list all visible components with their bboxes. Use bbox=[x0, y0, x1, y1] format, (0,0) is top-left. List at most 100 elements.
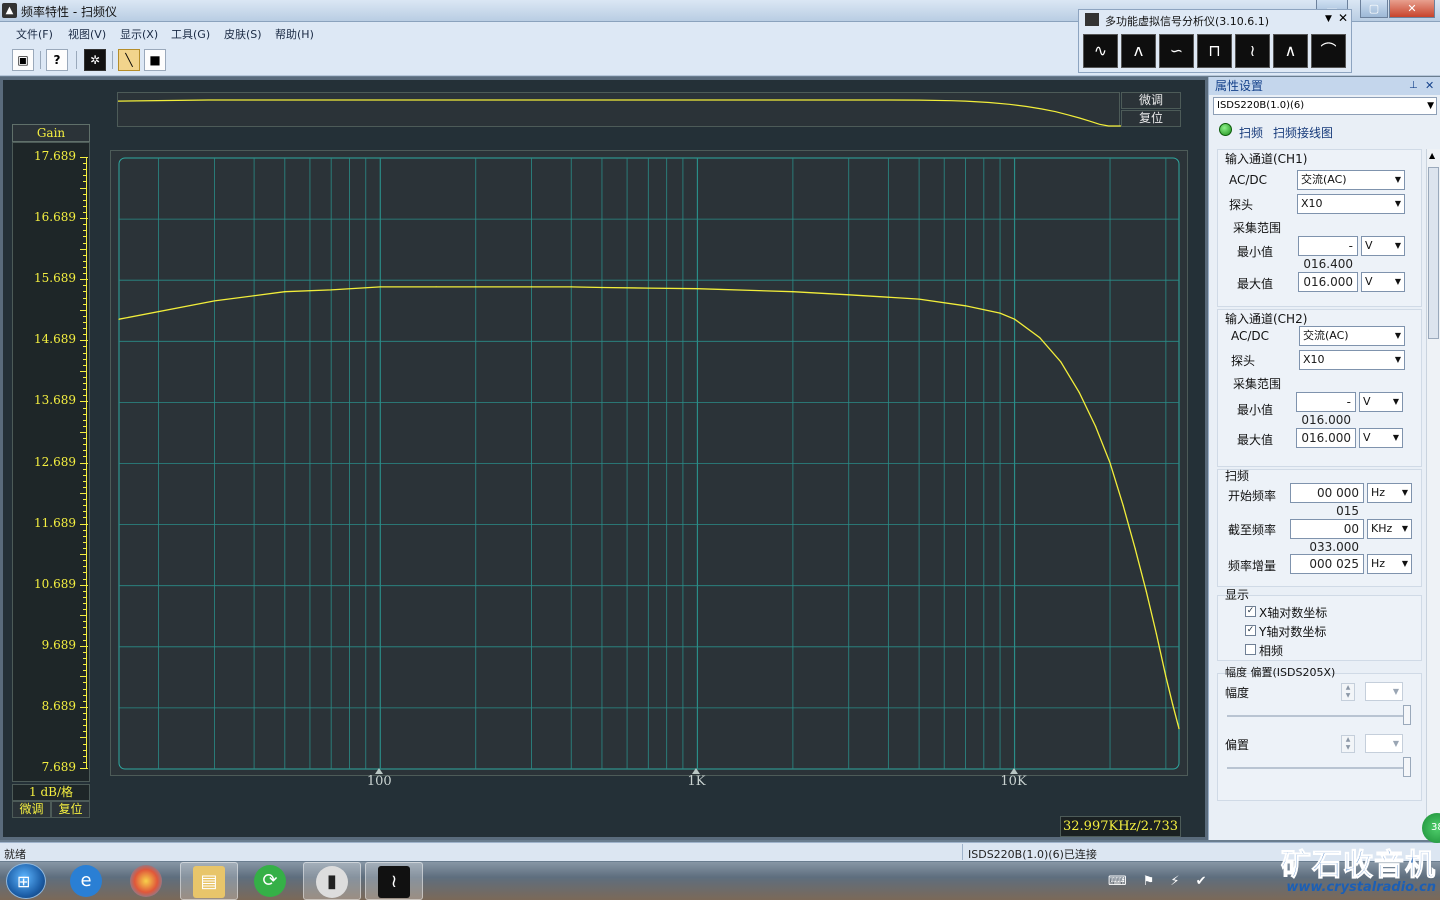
logic-icon[interactable]: ∧ bbox=[1273, 34, 1308, 68]
taskbar-explorer[interactable]: ▤ bbox=[180, 862, 238, 900]
y-minor-tick bbox=[83, 438, 86, 440]
ch1-probe-select[interactable]: X10 ▼ bbox=[1297, 194, 1405, 214]
start-freq-unit: Hz bbox=[1371, 486, 1386, 499]
y-minor-tick bbox=[83, 175, 86, 177]
close-icon[interactable]: ✕ bbox=[1389, 0, 1435, 18]
sweep-status-icon[interactable] bbox=[1219, 123, 1232, 136]
close-icon[interactable]: ✕ bbox=[1338, 11, 1348, 25]
question-icon[interactable]: ? bbox=[46, 49, 68, 71]
y-minor-tick bbox=[83, 651, 86, 653]
menu-help[interactable]: 帮助(H) bbox=[275, 26, 314, 42]
network-icon[interactable]: ⚡ bbox=[1170, 874, 1179, 889]
ch1-max-field[interactable]: 016.000 bbox=[1298, 272, 1358, 292]
freq-step-field[interactable]: 000 025 bbox=[1290, 554, 1364, 574]
y-minor-tick bbox=[83, 407, 86, 409]
sweep-icon[interactable]: ≀ bbox=[1235, 34, 1270, 68]
taskbar-sync[interactable]: ⟳ bbox=[242, 862, 300, 900]
start-freq-unit-select[interactable]: Hz ▼ bbox=[1367, 483, 1412, 503]
maximize-icon[interactable]: ▢ bbox=[1360, 0, 1388, 18]
panel-scrollbar[interactable]: ▲ bbox=[1426, 149, 1440, 837]
device-select[interactable]: ISDS220B(1.0)(6) ▼ bbox=[1213, 97, 1437, 115]
ch2-max-field[interactable]: 016.000 bbox=[1296, 428, 1356, 448]
overview-trace bbox=[117, 99, 1121, 127]
scroll-up-icon[interactable]: ▲ bbox=[1429, 151, 1435, 160]
ch2-probe-select[interactable]: X10 ▼ bbox=[1299, 350, 1405, 370]
chevron-down-icon: ▼ bbox=[1401, 488, 1408, 497]
ch2-max-label: 最大值 bbox=[1237, 433, 1274, 447]
chevron-down-icon: ▼ bbox=[1394, 199, 1401, 208]
phase-checkbox[interactable] bbox=[1245, 644, 1256, 655]
y-tick-mark bbox=[80, 645, 88, 647]
overview-reset-button[interactable]: 复位 bbox=[1121, 110, 1181, 127]
filter-icon[interactable]: ⌒ bbox=[1311, 34, 1346, 68]
offset-select[interactable]: ▼ bbox=[1365, 734, 1403, 753]
system-tray: ⌨ ⚑ ⚡ ✔ bbox=[1108, 874, 1222, 889]
y-minor-tick bbox=[83, 474, 86, 476]
stop-freq-field[interactable]: 00 033.000 bbox=[1290, 519, 1364, 554]
sweep-link[interactable]: 扫频 bbox=[1239, 124, 1263, 141]
stop-icon[interactable]: ■ bbox=[144, 49, 166, 71]
y-minor-tick bbox=[83, 346, 86, 348]
y-minor-tick bbox=[83, 535, 86, 537]
frequency-response-chart[interactable] bbox=[111, 151, 1189, 777]
ch1-min-unit-select[interactable]: V ▼ bbox=[1361, 236, 1405, 256]
taskbar-app1[interactable]: ▮ bbox=[303, 862, 361, 900]
amp-offset-title: 幅度 偏置(ISDS205X) bbox=[1225, 666, 1336, 679]
overview-strip[interactable] bbox=[117, 92, 1121, 127]
close-icon[interactable]: ✕ bbox=[1425, 77, 1434, 95]
ch2-acdc-select[interactable]: 交流(AC) ▼ bbox=[1299, 326, 1405, 346]
y-minor-tick bbox=[83, 578, 86, 580]
start-freq-field[interactable]: 00 000 015 bbox=[1290, 483, 1364, 518]
menu-tools[interactable]: 工具(G) bbox=[171, 26, 210, 42]
taskbar: ⊞ e ▤ ⟳ ▮ ≀ ⌨ ⚑ ⚡ ✔ bbox=[0, 862, 1440, 900]
taskbar-analyzer[interactable]: ≀ bbox=[365, 862, 423, 900]
scope-icon[interactable]: ∿ bbox=[1083, 34, 1118, 68]
recorder-icon[interactable]: ∽ bbox=[1159, 34, 1194, 68]
overview-fine-button[interactable]: 微调 bbox=[1121, 92, 1181, 109]
data-point bbox=[1165, 676, 1167, 678]
pin-icon[interactable]: ⊥ bbox=[1409, 77, 1418, 95]
freq-step-unit-select[interactable]: Hz ▼ bbox=[1367, 554, 1412, 574]
stop-freq-unit-select[interactable]: KHz ▼ bbox=[1367, 519, 1412, 539]
ch2-min-unit-select[interactable]: V ▼ bbox=[1359, 392, 1403, 412]
chevron-down-icon[interactable]: ▼ bbox=[1325, 14, 1332, 24]
x-log-checkbox[interactable]: ✓ bbox=[1245, 606, 1256, 617]
ch1-max-unit-select[interactable]: V ▼ bbox=[1361, 272, 1405, 292]
start-button[interactable]: ⊞ bbox=[6, 863, 46, 899]
ch1-min-field[interactable]: - 016.400 bbox=[1298, 236, 1358, 271]
keyboard-icon[interactable]: ⌨ bbox=[1108, 874, 1127, 889]
crosshair-icon[interactable]: ✲ bbox=[84, 49, 106, 71]
amp-select[interactable]: ▼ bbox=[1365, 682, 1403, 701]
amp-slider-track[interactable] bbox=[1227, 715, 1409, 717]
notification-icon[interactable]: ⚑ bbox=[1143, 874, 1155, 889]
menu-skin[interactable]: 皮肤(S) bbox=[224, 26, 262, 42]
security-icon[interactable]: ✔ bbox=[1196, 874, 1207, 889]
scrollbar-thumb[interactable] bbox=[1428, 167, 1439, 339]
amp-spinner[interactable]: ▲ ▼ bbox=[1341, 683, 1355, 701]
y-minor-tick bbox=[83, 713, 86, 714]
gain-reset-button[interactable]: 复位 bbox=[51, 801, 90, 818]
y-minor-tick bbox=[83, 572, 86, 574]
sweep-wiring-link[interactable]: 扫频接线图 bbox=[1273, 124, 1333, 141]
spectrum-icon[interactable]: ʌ bbox=[1121, 34, 1156, 68]
ch2-max-unit-select[interactable]: V ▼ bbox=[1359, 428, 1403, 448]
amp-slider-thumb[interactable] bbox=[1403, 705, 1411, 725]
y-minor-tick bbox=[83, 211, 86, 213]
y-tick-mark bbox=[80, 218, 88, 220]
generator-icon[interactable]: ⊓ bbox=[1197, 34, 1232, 68]
taskbar-ie[interactable]: e bbox=[58, 862, 116, 900]
menu-file[interactable]: 文件(F) bbox=[16, 26, 53, 42]
offset-slider-thumb[interactable] bbox=[1403, 757, 1411, 777]
save-icon[interactable]: ▣ bbox=[12, 49, 34, 71]
menu-view[interactable]: 视图(V) bbox=[68, 26, 106, 42]
offset-spinner[interactable]: ▲ ▼ bbox=[1341, 735, 1355, 753]
taskbar-media[interactable] bbox=[118, 862, 176, 900]
y-log-checkbox[interactable]: ✓ bbox=[1245, 625, 1256, 636]
line-tool-icon[interactable]: ╲ bbox=[118, 49, 140, 71]
y-minor-tick bbox=[83, 236, 86, 238]
gain-fine-button[interactable]: 微调 bbox=[12, 801, 51, 818]
ch2-min-field[interactable]: - 016.000 bbox=[1296, 392, 1356, 427]
ch1-acdc-select[interactable]: 交流(AC) ▼ bbox=[1297, 170, 1405, 190]
menu-display[interactable]: 显示(X) bbox=[120, 26, 158, 42]
offset-slider-track[interactable] bbox=[1227, 767, 1409, 769]
